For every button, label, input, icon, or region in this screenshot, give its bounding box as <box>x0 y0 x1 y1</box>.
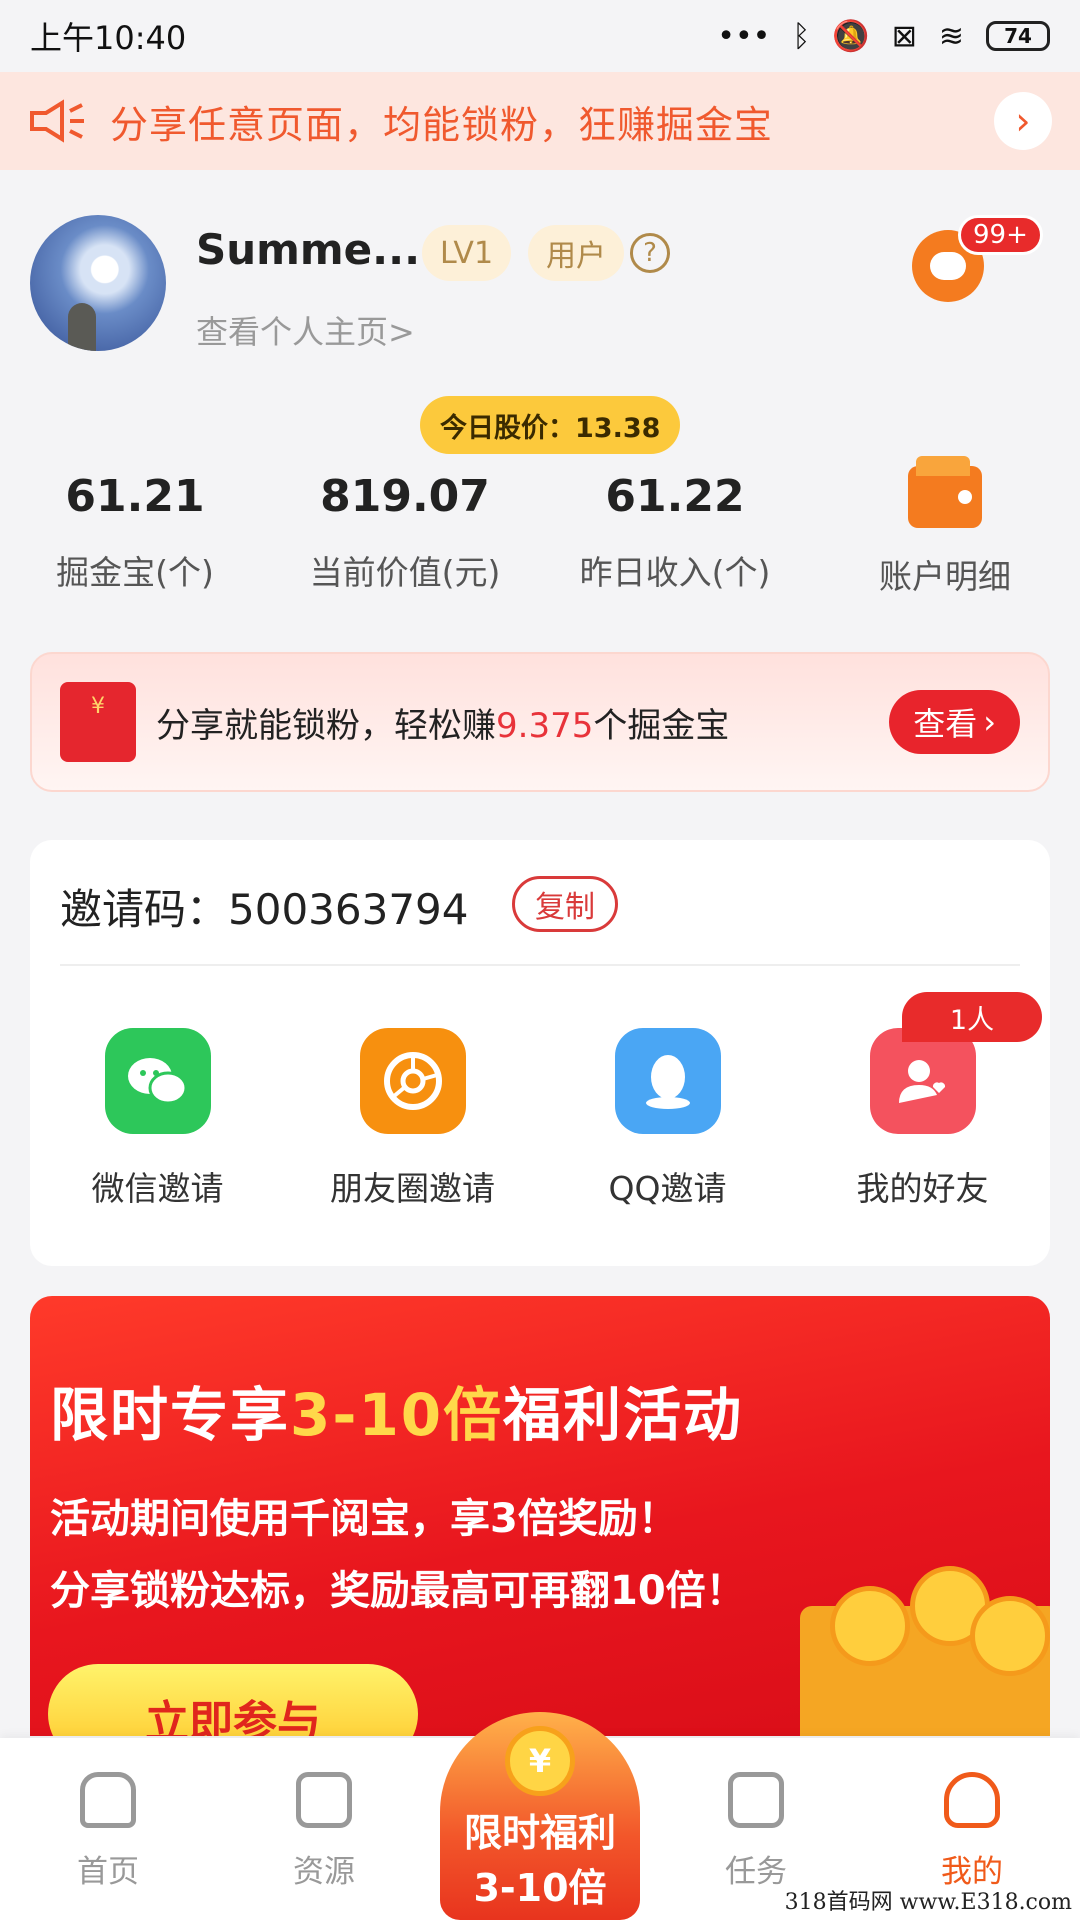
promo-text-before: 分享就能锁粉，轻松赚 <box>156 705 496 746</box>
share-label: 我的好友 <box>856 1169 989 1208</box>
stat-value: 61.21 <box>65 471 205 522</box>
gift-icon <box>728 1772 784 1828</box>
nav-resources[interactable]: 资源 <box>216 1738 432 1920</box>
coin-icon: ¥ <box>505 1726 575 1796</box>
view-button-label: 查看 <box>913 705 978 743</box>
red-packet-icon <box>60 682 136 762</box>
campaign-title: 限时专享3-10倍福利活动 <box>50 1368 743 1452</box>
view-button[interactable]: 查看 › <box>889 690 1020 754</box>
wifi-icon: ≋ <box>938 18 964 54</box>
center-promo-button[interactable]: ¥ 限时福利 3-10倍 <box>440 1712 640 1920</box>
notice-text: 分享任意页面，均能锁粉，狂赚掘金宝 <box>110 102 774 147</box>
status-icons: ••• ᛒ 🔕 ⊠ ≋ 74 <box>717 19 1050 54</box>
center-promo-line-2: 3-10倍 <box>473 1866 607 1910</box>
treasure-chest-icon <box>770 1526 1050 1736</box>
message-badge: 99+ <box>958 215 1043 255</box>
moments-icon <box>359 1028 466 1134</box>
wallet-icon <box>908 456 982 528</box>
qq-icon <box>614 1028 721 1134</box>
watermark: 318首码网 www.E318.com <box>784 1890 1072 1915</box>
campaign-title-after: 福利活动 <box>503 1381 744 1449</box>
moments-invite-button[interactable]: 朋友圈邀请 <box>285 1028 540 1210</box>
stat-label: 账户明细 <box>879 557 1011 596</box>
wallet-outline-icon <box>296 1772 352 1828</box>
stat-value: 819.07 <box>320 471 490 522</box>
invite-code: 邀请码：500363794 <box>60 885 469 934</box>
battery-icon: 74 <box>986 21 1050 51</box>
stat-current-value[interactable]: 819.07 当前价值(元) <box>270 462 540 594</box>
chevron-right-icon: › <box>983 703 996 741</box>
notice-banner[interactable]: 分享任意页面，均能锁粉，狂赚掘金宝 › <box>0 72 1080 170</box>
join-now-button[interactable]: 立即参与 <box>48 1664 418 1736</box>
stat-value: 61.22 <box>605 471 745 522</box>
user-icon <box>944 1772 1000 1828</box>
divider <box>60 964 1020 966</box>
wechat-icon <box>104 1028 211 1134</box>
role-badge: 用户 <box>528 225 624 281</box>
share-label: QQ邀请 <box>608 1169 727 1208</box>
stat-jinbao[interactable]: 61.21 掘金宝(个) <box>0 462 270 594</box>
share-promo-card[interactable]: 分享就能锁粉，轻松赚9.375个掘金宝 查看 › <box>30 652 1050 792</box>
mute-bell-icon: 🔕 <box>832 18 870 54</box>
copy-button[interactable]: 复制 <box>512 876 618 932</box>
status-time: 上午10:40 <box>30 19 187 57</box>
share-label: 朋友圈邀请 <box>330 1169 495 1208</box>
campaign-banner[interactable]: 限时专享3-10倍福利活动 活动期间使用千阅宝，享3倍奖励！ 分享锁粉达标，奖励… <box>30 1296 1050 1736</box>
home-icon <box>80 1772 136 1828</box>
wallet-icon-wrap <box>810 456 1080 536</box>
stats-row: 61.21 掘金宝(个) 819.07 当前价值(元) 61.22 昨日收入(个… <box>0 456 1080 612</box>
qq-invite-button[interactable]: QQ邀请 <box>540 1028 795 1210</box>
friends-count-badge: 1人 <box>902 992 1042 1042</box>
promo-highlight: 9.375 <box>496 705 594 746</box>
promo-text: 分享就能锁粉，轻松赚9.375个掘金宝 <box>156 698 889 747</box>
help-icon[interactable]: ? <box>630 233 670 273</box>
my-friends-button[interactable]: 我的好友 <box>795 1028 1050 1210</box>
level-badge: LV1 <box>422 225 512 281</box>
friends-icon <box>869 1028 976 1134</box>
stat-label: 昨日收入(个) <box>579 553 771 592</box>
stat-label: 当前价值(元) <box>309 553 501 592</box>
chevron-right-icon[interactable]: › <box>994 92 1052 150</box>
view-profile-link[interactable]: 查看个人主页> <box>196 307 415 353</box>
campaign-line-1: 活动期间使用千阅宝，享3倍奖励！ <box>50 1496 678 1542</box>
bluetooth-icon: ᛒ <box>792 18 811 54</box>
username: Summe... <box>196 225 421 274</box>
megaphone-icon <box>30 99 84 143</box>
stat-label: 掘金宝(个) <box>56 553 214 592</box>
status-bar: 上午10:40 ••• ᛒ 🔕 ⊠ ≋ 74 <box>0 0 1080 72</box>
account-detail-button[interactable]: 账户明细 <box>810 456 1080 598</box>
stock-price-badge: 今日股价：13.38 <box>420 396 681 454</box>
center-promo-line-1: 限时福利 <box>463 1811 616 1855</box>
campaign-title-highlight: 3-10倍 <box>290 1381 504 1449</box>
more-dots-icon: ••• <box>717 18 771 54</box>
campaign-line-2: 分享锁粉达标，奖励最高可再翻10倍！ <box>50 1568 746 1614</box>
stat-yesterday-income[interactable]: 61.22 昨日收入(个) <box>540 462 810 594</box>
nav-label: 首页 <box>77 1854 139 1890</box>
invite-card: 邀请码：500363794 复制 微信邀请 朋友圈邀请 QQ邀请 我的好友 1人 <box>30 840 1050 1266</box>
share-label: 微信邀请 <box>91 1169 224 1208</box>
profile-header: Summe... LV1 用户 ? 查看个人主页> 99+ <box>30 215 1050 355</box>
nav-home[interactable]: 首页 <box>0 1738 216 1920</box>
campaign-title-before: 限时专享 <box>50 1381 291 1449</box>
nav-label: 资源 <box>293 1854 355 1890</box>
avatar[interactable] <box>30 215 166 351</box>
wechat-invite-button[interactable]: 微信邀请 <box>30 1028 285 1210</box>
sim-icon: ⊠ <box>891 18 917 54</box>
promo-text-after: 个掘金宝 <box>593 705 730 746</box>
